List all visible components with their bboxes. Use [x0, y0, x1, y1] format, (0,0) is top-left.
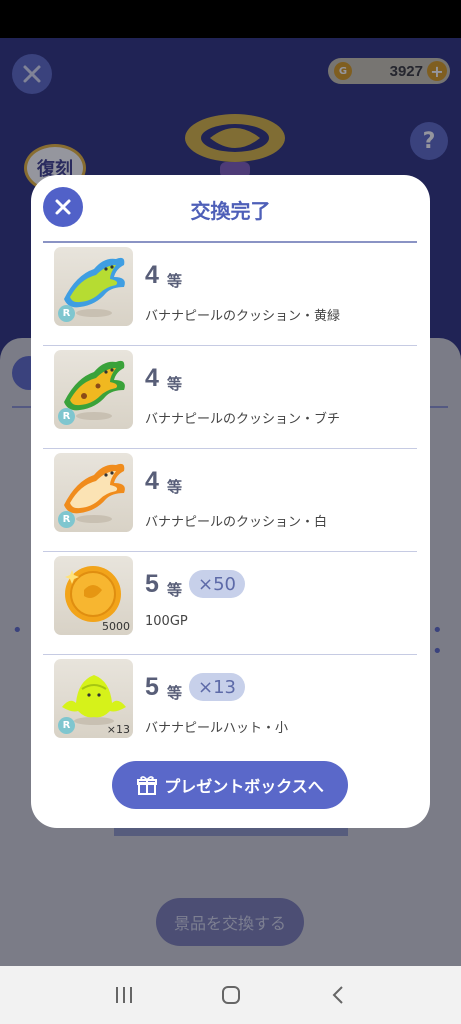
status-bar [0, 0, 461, 38]
prize-row: R 4 等 バナナピールのクッション・白 [43, 449, 417, 552]
prize-thumbnail: R [54, 350, 133, 429]
prize-rank-unit: 等 [167, 272, 183, 290]
exchange-complete-dialog: 交換完了 R 4 等 バナナピールのクッション・黄緑 R 4 等 バナナピールの… [31, 175, 430, 828]
back-icon [332, 986, 343, 1004]
prize-thumbnail: 5000 [54, 556, 133, 635]
prize-rank: 4 [145, 364, 159, 392]
prize-row: R ×13 5 等 ×13 バナナピールハット・小 [43, 655, 417, 758]
prize-row: R 4 等 バナナピールのクッション・ブチ [43, 346, 417, 449]
prize-rank-unit: 等 [167, 375, 183, 393]
multiplier-badge: ×13 [189, 673, 245, 701]
prize-thumbnail: R ×13 [54, 659, 133, 738]
multiplier-badge: ×50 [189, 570, 245, 598]
prize-name: バナナピールのクッション・黄緑 [145, 309, 341, 324]
rarity-badge: R [58, 717, 75, 734]
prize-name: バナナピールハット・小 [145, 721, 289, 736]
prize-rank: 4 [145, 261, 159, 289]
home-button[interactable] [216, 980, 246, 1010]
prize-thumbnail: R [54, 247, 133, 326]
dialog-title: 交換完了 [190, 199, 271, 223]
prize-rank-unit: 等 [167, 581, 183, 599]
prize-rank: 5 [145, 673, 159, 701]
back-button[interactable] [323, 980, 353, 1010]
recent-apps-icon [115, 987, 132, 1003]
prize-list: R 4 等 バナナピールのクッション・黄緑 R 4 等 バナナピールのクッション… [43, 243, 417, 758]
system-nav-bar [0, 966, 461, 1024]
prize-name: バナナピールのクッション・ブチ [145, 412, 341, 427]
recent-apps-button[interactable] [109, 980, 139, 1010]
quantity-tag: ×13 [106, 723, 130, 736]
quantity-tag: 5000 [102, 620, 130, 633]
rarity-badge: R [58, 511, 75, 528]
gift-icon [137, 776, 158, 795]
rarity-badge: R [58, 305, 75, 322]
prize-row: R 4 等 バナナピールのクッション・黄緑 [43, 243, 417, 346]
prize-name: バナナピールのクッション・白 [145, 515, 328, 530]
present-box-label: プレゼントボックスへ [164, 777, 324, 796]
prize-rank-unit: 等 [167, 684, 183, 702]
prize-rank: 5 [145, 570, 159, 598]
prize-rank: 4 [145, 467, 159, 495]
present-box-button[interactable]: プレゼントボックスへ [112, 761, 348, 809]
prize-name: 100GP [145, 614, 188, 629]
home-icon [221, 986, 240, 1004]
rarity-badge: R [58, 408, 75, 425]
prize-row: 5000 5 等 ×50 100GP [43, 552, 417, 655]
prize-rank-unit: 等 [167, 478, 183, 496]
prize-thumbnail: R [54, 453, 133, 532]
